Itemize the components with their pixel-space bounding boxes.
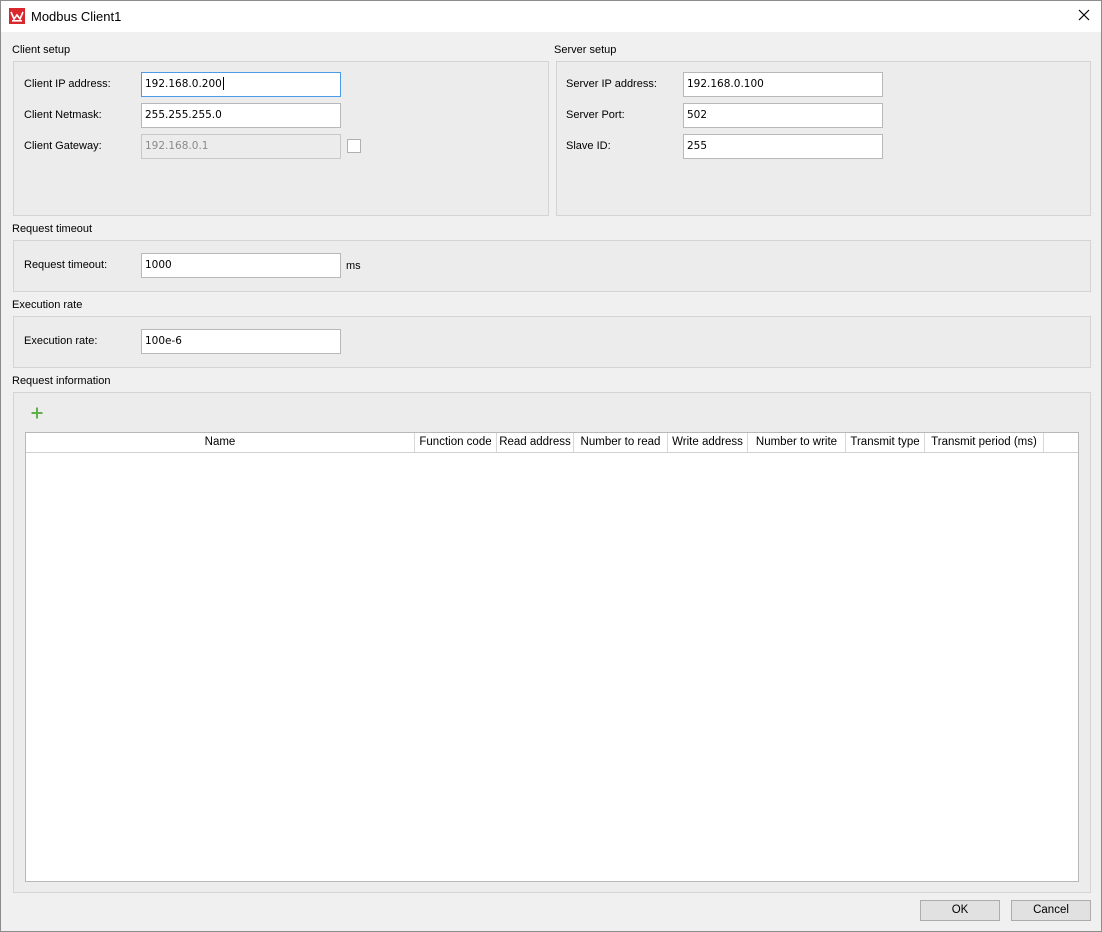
column-header-read-address[interactable]: Read address	[497, 433, 574, 452]
gateway-enable-checkbox[interactable]	[347, 139, 361, 153]
requests-table[interactable]: Name Function code Read address Number t…	[25, 432, 1079, 882]
client-gateway-input: 192.168.0.1	[141, 134, 341, 159]
client-netmask-input[interactable]: 255.255.255.0	[141, 103, 341, 128]
ok-button[interactable]: OK	[920, 900, 1000, 921]
client-ip-label: Client IP address:	[24, 78, 111, 90]
request-timeout-input[interactable]: 1000	[141, 253, 341, 278]
column-header-function-code[interactable]: Function code	[415, 433, 497, 452]
table-header: Name Function code Read address Number t…	[26, 433, 1078, 453]
slave-id-label: Slave ID:	[566, 140, 611, 152]
server-port-input[interactable]: 502	[683, 103, 883, 128]
execution-rate-group-label: Execution rate	[12, 299, 83, 311]
request-info-group-label: Request information	[12, 375, 111, 387]
close-icon	[1078, 9, 1090, 24]
column-header-number-to-read[interactable]: Number to read	[574, 433, 668, 452]
close-button[interactable]	[1067, 1, 1101, 32]
client-ip-input[interactable]: 192.168.0.200	[141, 72, 341, 97]
request-timeout-group-label: Request timeout	[12, 223, 93, 235]
server-ip-input[interactable]: 192.168.0.100	[683, 72, 883, 97]
client-setup-label: Client setup	[12, 44, 71, 56]
request-timeout-label: Request timeout:	[24, 259, 108, 271]
cancel-button[interactable]: Cancel	[1011, 900, 1091, 921]
timeout-unit-label: ms	[346, 260, 361, 272]
column-header-transmit-period[interactable]: Transmit period (ms)	[925, 433, 1044, 452]
server-setup-label: Server setup	[554, 44, 617, 56]
window-title: Modbus Client1	[31, 9, 122, 24]
execution-rate-label: Execution rate:	[24, 335, 98, 347]
app-logo-icon	[9, 8, 25, 24]
slave-id-input[interactable]: 255	[683, 134, 883, 159]
execution-rate-input[interactable]: 100e-6	[141, 329, 341, 354]
server-port-label: Server Port:	[566, 109, 625, 121]
add-request-button[interactable]	[28, 404, 46, 422]
column-header-name[interactable]: Name	[26, 433, 415, 452]
column-header-number-to-write[interactable]: Number to write	[748, 433, 846, 452]
plus-icon	[31, 404, 43, 422]
dialog-window: Modbus Client1 Client setup Client IP ad…	[0, 0, 1102, 932]
title-bar: Modbus Client1	[1, 1, 1101, 32]
client-netmask-label: Client Netmask:	[24, 109, 102, 121]
column-header-transmit-type[interactable]: Transmit type	[846, 433, 925, 452]
server-ip-label: Server IP address:	[566, 78, 657, 90]
column-header-write-address[interactable]: Write address	[668, 433, 748, 452]
client-gateway-label: Client Gateway:	[24, 140, 102, 152]
